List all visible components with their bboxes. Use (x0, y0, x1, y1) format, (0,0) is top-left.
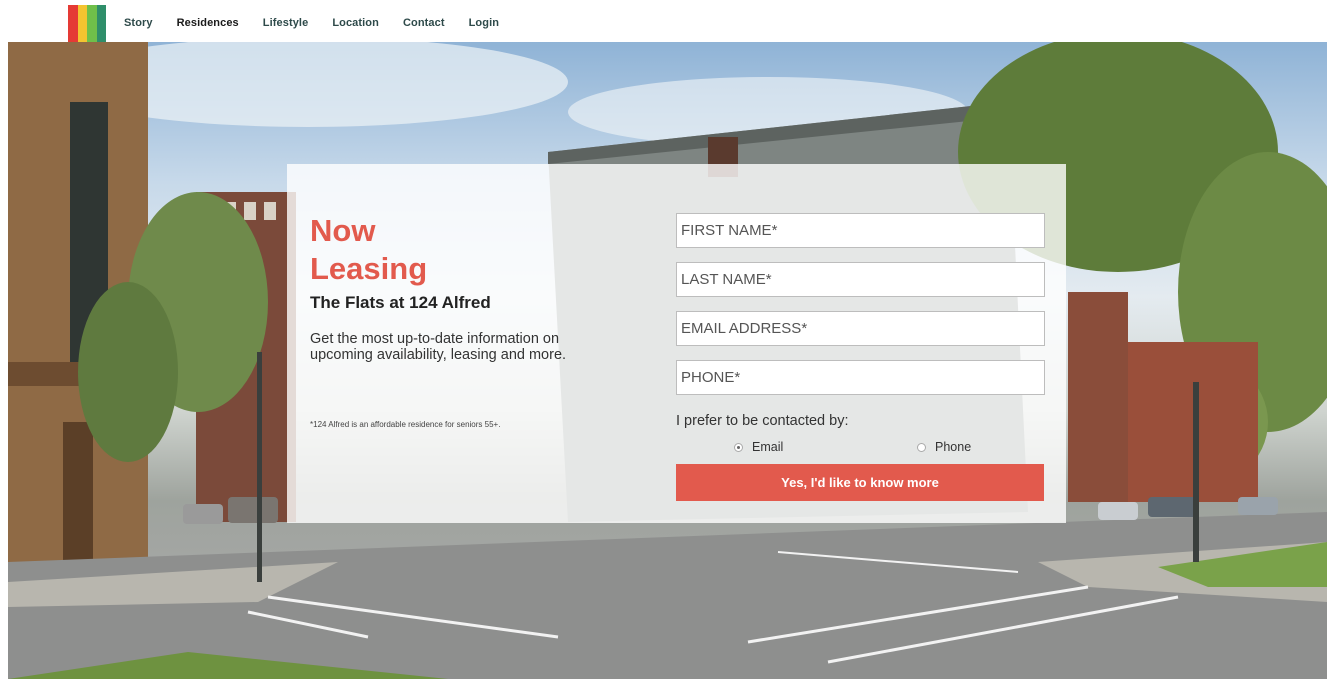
logo-stripe-teal (96, 5, 106, 42)
radio-selected-icon[interactable] (734, 442, 743, 452)
contact-email-label: Email (752, 440, 784, 454)
first-name-field[interactable] (676, 213, 1045, 248)
nav-contact-link[interactable]: Contact (403, 17, 445, 29)
property-name: The Flats at 124 Alfred (310, 293, 491, 312)
email-field[interactable] (676, 311, 1045, 346)
footnote: *124 Alfred is an affordable residence f… (310, 420, 501, 429)
top-navigation-bar: Story Residences Lifestyle Location Cont… (0, 0, 1327, 42)
nav-location-link[interactable]: Location (332, 17, 379, 29)
phone-field[interactable] (676, 360, 1045, 395)
nav-residences-link[interactable]: Residences (177, 17, 239, 29)
nav-story-link[interactable]: Story (124, 17, 153, 29)
description-text: Get the most up-to-date information on u… (310, 331, 567, 363)
contact-phone-label: Phone (935, 440, 972, 454)
brand-logo[interactable] (68, 5, 106, 42)
nav-lifestyle-link[interactable]: Lifestyle (263, 17, 309, 29)
logo-stripe-green (87, 5, 97, 42)
headline-line-2: Leasing (310, 251, 428, 286)
nav-login-link[interactable]: Login (469, 17, 499, 29)
main-nav: Story Residences Lifestyle Location Cont… (124, 17, 523, 29)
submit-button[interactable]: Yes, I'd like to know more (676, 464, 1044, 501)
contact-phone-radio[interactable]: Phone (917, 440, 971, 454)
headline-line-1: Now (310, 213, 376, 248)
radio-unselected-icon[interactable] (917, 442, 926, 452)
headline: Now Leasing (310, 212, 510, 288)
contact-preference-label: I prefer to be contacted by: (676, 413, 849, 429)
logo-stripe-yellow (77, 5, 87, 42)
logo-stripe-red (68, 5, 78, 42)
contact-email-radio[interactable]: Email (734, 440, 783, 454)
last-name-field[interactable] (676, 262, 1045, 297)
